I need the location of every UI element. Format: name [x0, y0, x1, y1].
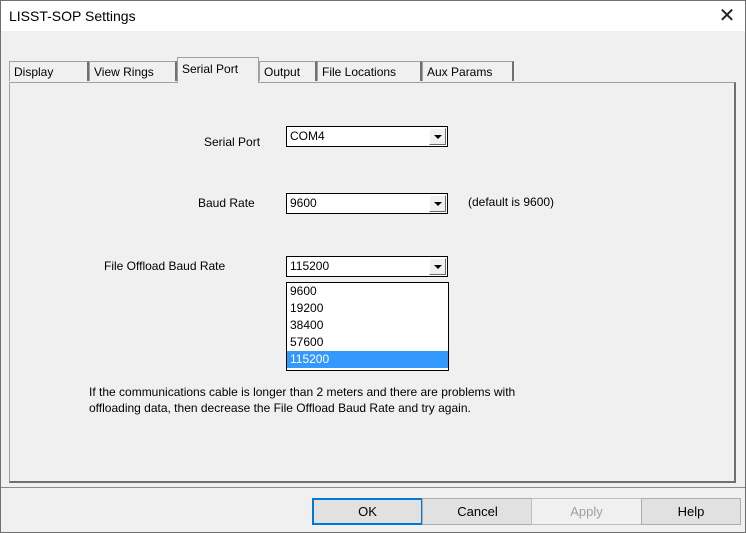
tab-aux-params[interactable]: Aux Params: [422, 61, 514, 81]
offload-baud-option[interactable]: 9600: [287, 283, 448, 300]
chevron-down-icon: [434, 265, 442, 269]
serial-port-dropdown-button[interactable]: [429, 128, 446, 145]
note-line-2: offloading data, then decrease the File …: [89, 401, 471, 415]
baud-rate-value: 9600: [290, 196, 317, 210]
tab-file-locations[interactable]: File Locations: [317, 61, 422, 81]
chevron-down-icon: [434, 135, 442, 139]
title-bar: LISST-SOP Settings ✕: [1, 1, 745, 31]
baud-rate-hint: (default is 9600): [468, 195, 555, 209]
serial-port-label: Serial Port: [204, 135, 261, 149]
offload-baud-option[interactable]: 19200: [287, 300, 448, 317]
baud-rate-select[interactable]: 9600: [286, 193, 448, 214]
ok-button[interactable]: OK: [312, 498, 423, 525]
offload-baud-select[interactable]: 115200: [286, 256, 448, 277]
tab-serial-port[interactable]: Serial Port: [177, 57, 259, 83]
tab-output[interactable]: Output: [259, 61, 317, 81]
offload-baud-option[interactable]: 57600: [287, 334, 448, 351]
offload-baud-label: File Offload Baud Rate: [104, 259, 226, 273]
button-separator: [1, 487, 745, 488]
help-button[interactable]: Help: [641, 498, 741, 525]
offload-baud-value: 115200: [290, 259, 330, 273]
chevron-down-icon: [434, 202, 442, 206]
settings-dialog: LISST-SOP Settings ✕ Display View Rings …: [0, 0, 746, 533]
offload-baud-options-list: 9600 19200 38400 57600 115200: [286, 282, 449, 371]
offload-baud-option[interactable]: 38400: [287, 317, 448, 334]
serial-port-value: COM4: [290, 129, 325, 143]
apply-button[interactable]: Apply: [531, 498, 642, 525]
note-line-1: If the communications cable is longer th…: [89, 385, 516, 399]
baud-rate-dropdown-button[interactable]: [429, 195, 446, 212]
close-icon[interactable]: ✕: [715, 3, 739, 29]
cancel-button[interactable]: Cancel: [422, 498, 533, 525]
offload-baud-option-selected[interactable]: 115200: [287, 351, 448, 368]
tab-view-rings[interactable]: View Rings: [89, 61, 177, 81]
tab-display[interactable]: Display: [9, 61, 89, 81]
window-title: LISST-SOP Settings: [9, 8, 136, 24]
serial-port-select[interactable]: COM4: [286, 126, 448, 147]
offload-baud-dropdown-button[interactable]: [429, 258, 446, 275]
cable-length-note: If the communications cable is longer th…: [89, 384, 515, 416]
baud-rate-label: Baud Rate: [198, 196, 255, 210]
